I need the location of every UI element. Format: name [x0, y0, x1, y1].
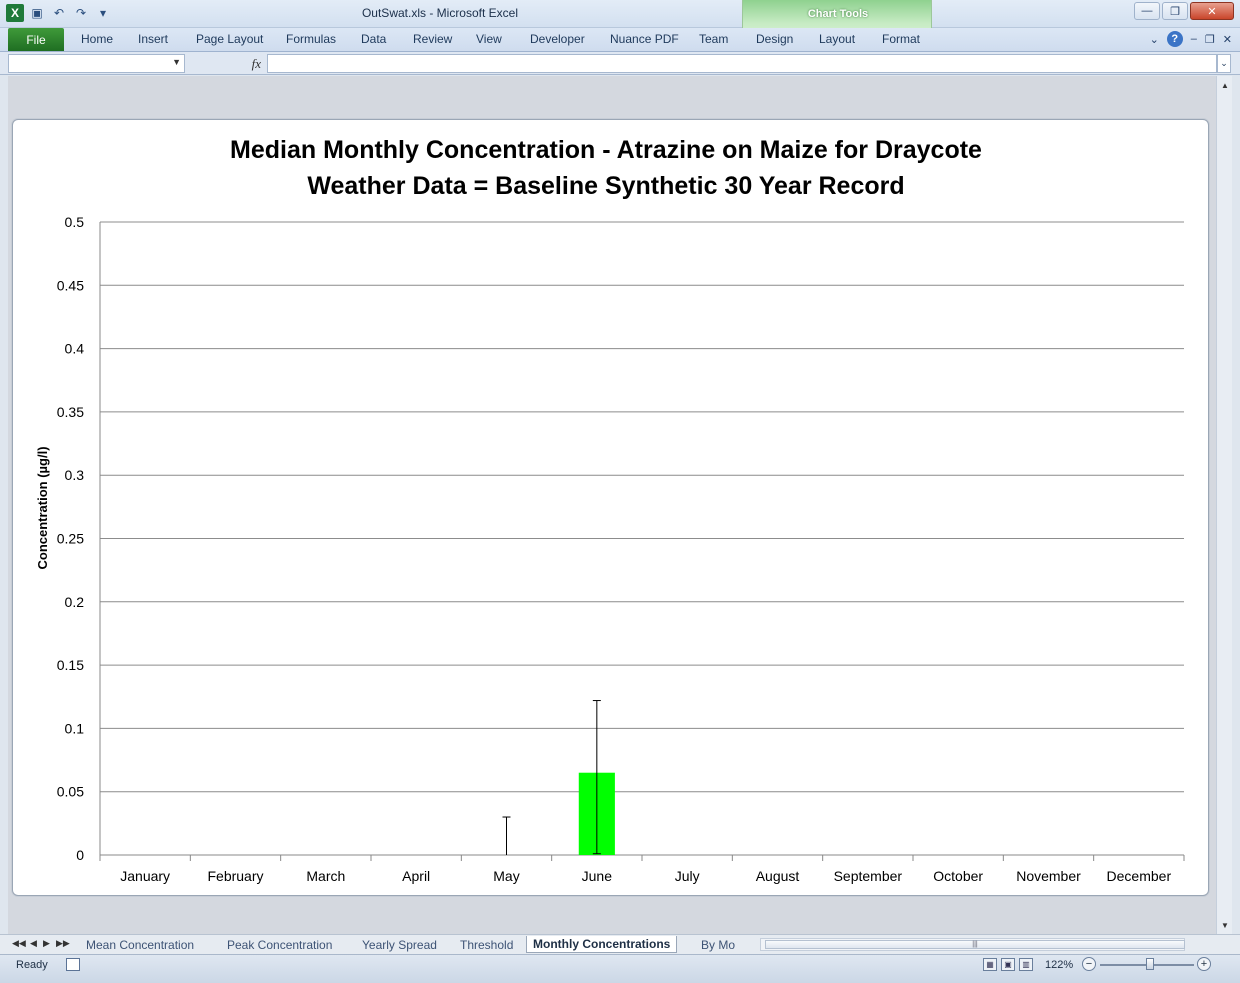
- close-icon[interactable]: ✕: [1190, 2, 1234, 20]
- sheet-tab-peak-concentration[interactable]: Peak Concentration: [221, 936, 338, 953]
- y-tick-label: 0.1: [65, 720, 85, 736]
- zoom-out-icon[interactable]: −: [1082, 957, 1096, 971]
- workbook-minimize-icon[interactable]: –: [1191, 33, 1197, 45]
- y-tick-label: 0.3: [65, 467, 85, 483]
- page-break-preview-icon[interactable]: ▥: [1019, 958, 1033, 971]
- formula-bar: ▼ fx ⌄: [0, 52, 1240, 75]
- tab-design[interactable]: Design: [756, 32, 793, 46]
- record-macro-icon[interactable]: [66, 958, 80, 971]
- tab-insert[interactable]: Insert: [138, 32, 168, 46]
- insert-function-icon[interactable]: fx: [252, 56, 261, 72]
- x-tick-label: September: [834, 868, 903, 884]
- tab-page-layout[interactable]: Page Layout: [196, 32, 263, 46]
- tab-format[interactable]: Format: [882, 32, 920, 46]
- workbook-restore-icon[interactable]: ❐: [1205, 33, 1215, 46]
- first-sheet-icon[interactable]: ◀◀: [12, 938, 26, 949]
- x-tick-label: January: [120, 868, 170, 884]
- y-tick-label: 0.35: [57, 404, 84, 420]
- tab-view[interactable]: View: [476, 32, 502, 46]
- name-box[interactable]: ▼: [8, 54, 185, 73]
- zoom-slider-thumb[interactable]: [1146, 958, 1154, 970]
- tab-review[interactable]: Review: [413, 32, 452, 46]
- y-tick-label: 0.2: [65, 594, 85, 610]
- gridlines: [99, 221, 1184, 856]
- title-bar: X ▣ ↶ ↷ ▾ OutSwat.xls - Microsoft Excel …: [0, 0, 1240, 28]
- ribbon-right-controls: ⌄ ? – ❐ ✕: [1150, 31, 1232, 47]
- y-tick-label: 0.45: [57, 277, 84, 293]
- vertical-scrollbar[interactable]: ▲ ▼: [1216, 76, 1232, 934]
- view-buttons: ▦ ▣ ▥: [983, 958, 1033, 971]
- y-tick-label: 0.5: [65, 214, 85, 230]
- page-layout-view-icon[interactable]: ▣: [1001, 958, 1015, 971]
- tab-nuance-pdf[interactable]: Nuance PDF: [610, 32, 679, 46]
- sheet-tab-by-mo[interactable]: By Mo: [695, 936, 741, 953]
- y-tick-label: 0.15: [57, 657, 84, 673]
- y-tick-label: 0.05: [57, 784, 84, 800]
- x-tick-label: November: [1016, 868, 1081, 884]
- sheet-tab-monthly-concentrations[interactable]: Monthly Concentrations: [526, 936, 678, 953]
- zoom-level[interactable]: 122%: [1045, 959, 1073, 971]
- tab-layout[interactable]: Layout: [819, 32, 855, 46]
- y-tick-label: 0.4: [65, 341, 85, 357]
- x-tick-label: April: [402, 868, 430, 884]
- prev-sheet-icon[interactable]: ◀: [30, 938, 37, 949]
- last-sheet-icon[interactable]: ▶▶: [56, 938, 70, 949]
- tab-home[interactable]: Home: [81, 32, 113, 46]
- next-sheet-icon[interactable]: ▶: [43, 938, 50, 949]
- x-tick-label: July: [675, 868, 700, 884]
- x-tick-label: June: [582, 868, 613, 884]
- maximize-icon[interactable]: ❐: [1162, 2, 1188, 20]
- sheet-tab-yearly-spread[interactable]: Yearly Spread: [356, 936, 443, 953]
- y-tick-label: 0.25: [57, 531, 84, 547]
- y-axis-title[interactable]: Concentration (µg/l): [35, 446, 50, 569]
- scroll-up-icon[interactable]: ▲: [1217, 78, 1233, 92]
- tab-data[interactable]: Data: [361, 32, 386, 46]
- ribbon-tabs: File Home Insert Page Layout Formulas Da…: [0, 28, 1240, 52]
- expand-formula-bar-icon[interactable]: ⌄: [1217, 54, 1231, 73]
- status-bar: Ready ▦ ▣ ▥ 122% − +: [0, 954, 1240, 983]
- normal-view-icon[interactable]: ▦: [983, 958, 997, 971]
- chart-plot: Median Monthly Concentration - Atrazine …: [35, 136, 1185, 884]
- y-tick-label: 0: [76, 847, 84, 863]
- x-axis-ticks: January February March April May June July Augu…: [99, 855, 1185, 884]
- zoom-in-icon[interactable]: +: [1197, 957, 1211, 971]
- minimize-icon[interactable]: —: [1134, 2, 1160, 20]
- horizontal-scrollbar[interactable]: |||: [760, 938, 1185, 951]
- sheet-tab-mean-concentration[interactable]: Mean Concentration: [80, 936, 200, 953]
- y-axis-ticks: 0 0.05 0.1 0.15 0.2 0.25 0.3 0.35 0.4 0.45 0.5: [57, 214, 84, 863]
- formula-input[interactable]: [267, 54, 1217, 73]
- window-controls: — ❐ ✕: [1134, 2, 1234, 20]
- minimize-ribbon-icon[interactable]: ⌄: [1150, 33, 1159, 46]
- name-box-dropdown-icon[interactable]: ▼: [172, 57, 181, 67]
- x-tick-label: August: [756, 868, 800, 884]
- sheet-tab-threshold[interactable]: Threshold: [454, 936, 519, 953]
- status-text: Ready: [16, 959, 48, 971]
- horizontal-scroll-thumb[interactable]: |||: [765, 940, 1185, 949]
- insert-function-area: fx: [189, 54, 265, 73]
- tab-team[interactable]: Team: [699, 32, 728, 46]
- x-tick-label: December: [1107, 868, 1172, 884]
- chart-subtitle[interactable]: Weather Data = Baseline Synthetic 30 Yea…: [307, 172, 904, 200]
- sheet-tab-bar: ◀◀ ◀ ▶ ▶▶ Mean Concentration Peak Concen…: [0, 934, 1240, 954]
- tab-developer[interactable]: Developer: [530, 32, 585, 46]
- tab-file[interactable]: File: [8, 28, 64, 51]
- x-tick-label: October: [933, 868, 983, 884]
- chart-tools-label: Chart Tools: [807, 8, 869, 20]
- chart-area[interactable]: Median Monthly Concentration - Atrazine …: [12, 119, 1209, 896]
- x-tick-label: May: [493, 868, 519, 884]
- x-tick-label: March: [306, 868, 345, 884]
- help-icon[interactable]: ?: [1166, 31, 1183, 47]
- workbook-close-icon[interactable]: ✕: [1223, 33, 1232, 46]
- tab-formulas[interactable]: Formulas: [286, 32, 336, 46]
- x-tick-label: February: [207, 868, 263, 884]
- chart-title[interactable]: Median Monthly Concentration - Atrazine …: [230, 136, 982, 164]
- scroll-down-icon[interactable]: ▼: [1217, 918, 1233, 932]
